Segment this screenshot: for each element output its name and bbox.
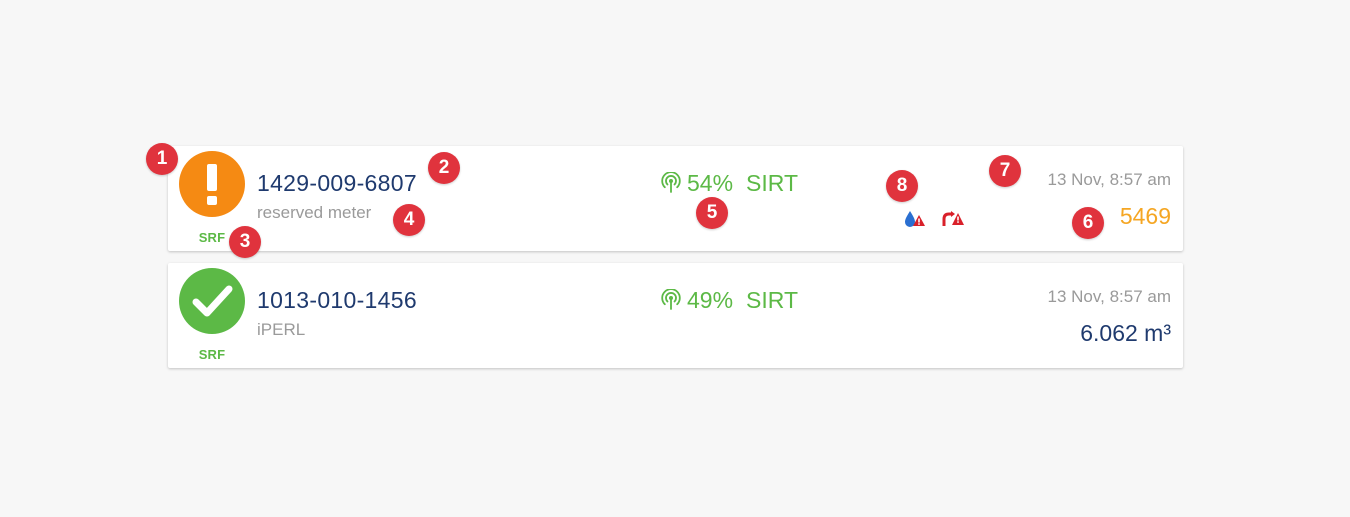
checkmark-icon — [179, 268, 245, 334]
annotation-marker-2: 2 — [428, 152, 460, 184]
meter-id[interactable]: 1013-010-1456 — [257, 287, 417, 314]
meter-card[interactable]: SRF 1429-009-6807 reserved meter 54% SIR… — [168, 146, 1183, 251]
water-leak-alarm-icon[interactable] — [904, 210, 926, 228]
signal-info: 54% SIRT — [660, 170, 798, 196]
signal-type: SIRT — [746, 169, 799, 196]
protocol-label: SRF — [198, 347, 226, 362]
meter-id[interactable]: 1429-009-6807 — [257, 170, 417, 197]
annotation-marker-6: 6 — [1072, 207, 1104, 239]
backflow-alarm-icon[interactable] — [942, 210, 964, 228]
signal-info: 49% SIRT — [660, 287, 798, 313]
annotation-marker-1: 1 — [146, 143, 178, 175]
signal-strength: 54% — [687, 169, 734, 196]
meter-reading: 5469 — [1119, 203, 1171, 229]
meter-card[interactable]: SRF 1013-010-1456 iPERL 49% SIRT 13 Nov,… — [168, 263, 1183, 368]
meter-type: iPERL — [257, 320, 306, 339]
signal-antenna-icon — [660, 288, 682, 311]
alarm-icons — [904, 210, 964, 228]
signal-type: SIRT — [746, 286, 799, 313]
annotation-marker-4: 4 — [393, 204, 425, 236]
annotation-marker-5: 5 — [696, 197, 728, 229]
timestamp: 13 Nov, 8:57 am — [1047, 170, 1171, 189]
signal-antenna-icon — [660, 171, 682, 194]
timestamp: 13 Nov, 8:57 am — [1047, 287, 1171, 306]
meter-type: reserved meter — [257, 203, 372, 222]
meter-reading: 6.062 m³ — [1080, 320, 1171, 346]
annotation-marker-3: 3 — [229, 226, 261, 258]
exclamation-icon — [179, 151, 245, 217]
annotation-marker-7: 7 — [989, 155, 1021, 187]
signal-strength: 49% — [687, 286, 734, 313]
annotation-marker-8: 8 — [886, 170, 918, 202]
